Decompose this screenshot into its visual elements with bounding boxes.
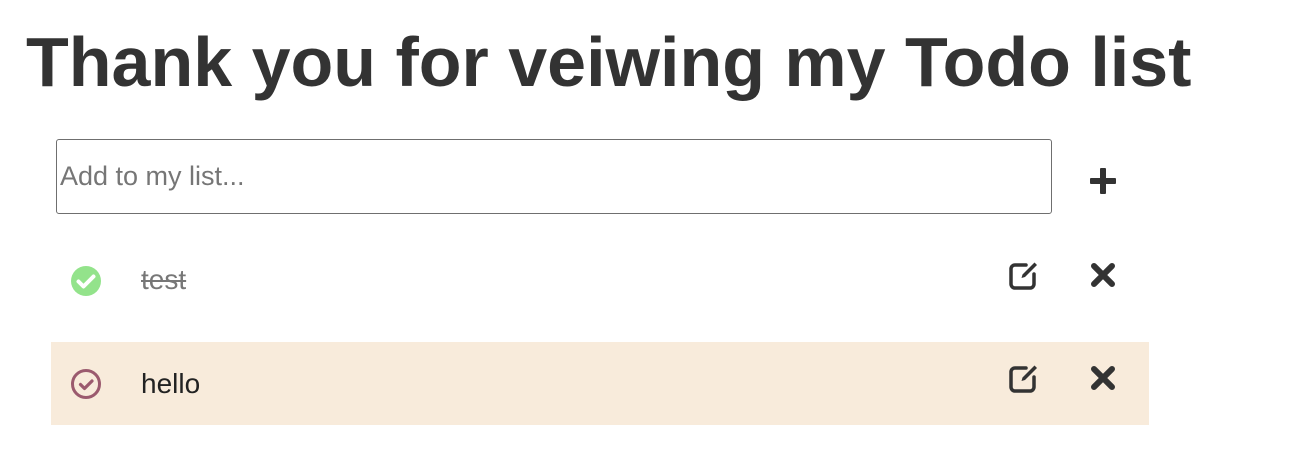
todo-item: hello (51, 342, 1149, 425)
complete-toggle-button[interactable] (70, 265, 102, 297)
todo-page: Thank you for veiwing my Todo list test (0, 0, 1316, 470)
edit-icon (1009, 365, 1037, 393)
todo-text: test (141, 264, 187, 295)
page-title: Thank you for veiwing my Todo list (26, 23, 1192, 101)
edit-todo-button[interactable] (1006, 259, 1040, 293)
todo-text: hello (141, 368, 201, 399)
close-icon (1091, 263, 1115, 287)
todo-item: test (51, 238, 1149, 321)
add-todo-input[interactable] (56, 139, 1052, 214)
check-circle-filled-icon (71, 266, 101, 296)
edit-todo-button[interactable] (1006, 362, 1040, 396)
add-todo-button[interactable] (1088, 166, 1118, 196)
edit-icon (1009, 262, 1037, 290)
check-circle-outline-icon (71, 369, 101, 399)
delete-todo-button[interactable] (1089, 364, 1117, 392)
close-icon (1091, 366, 1115, 390)
plus-icon (1090, 168, 1116, 194)
complete-toggle-button[interactable] (70, 368, 102, 400)
delete-todo-button[interactable] (1089, 261, 1117, 289)
